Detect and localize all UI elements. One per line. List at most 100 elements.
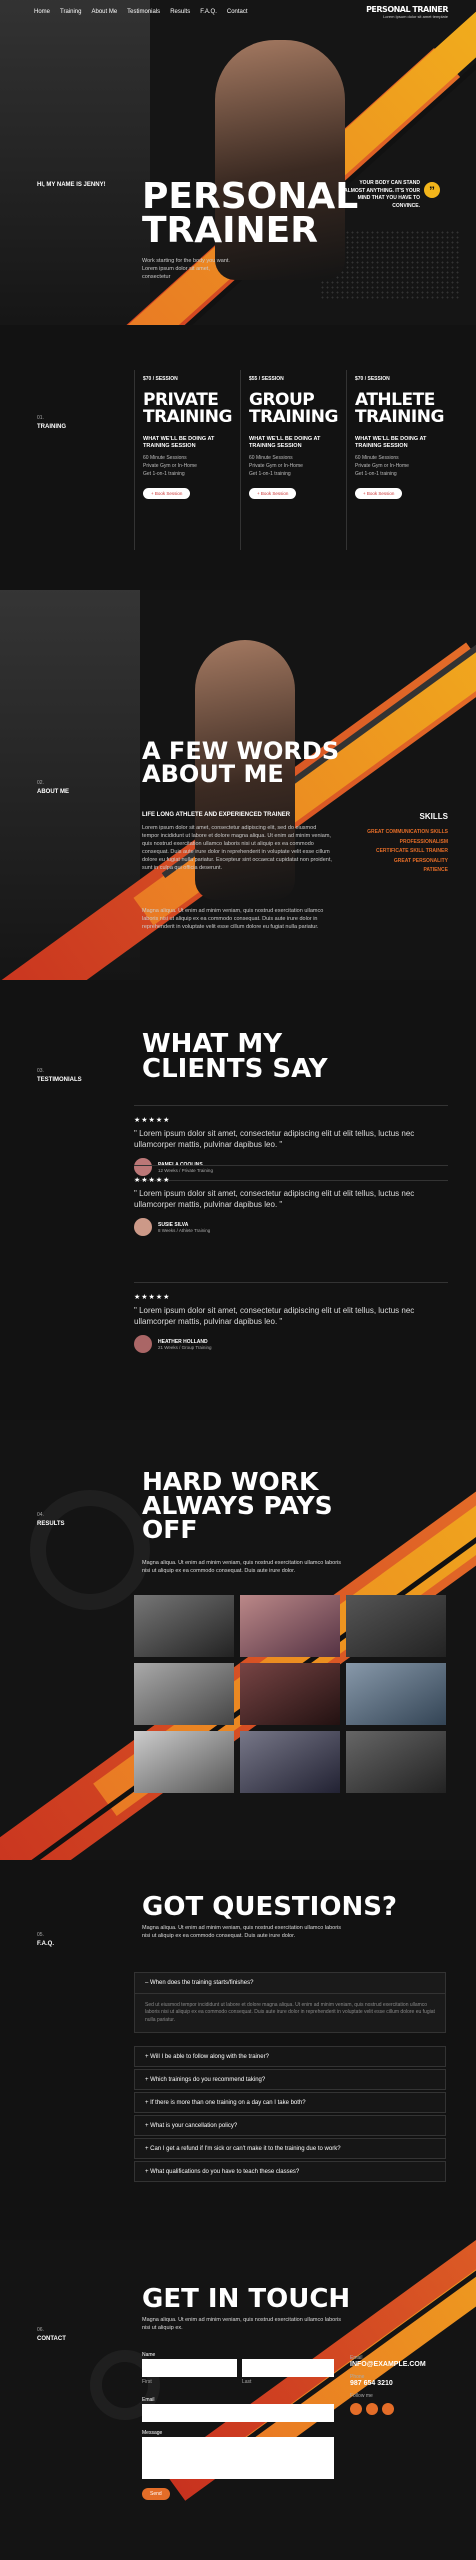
nav-link-faq[interactable]: F.A.Q. xyxy=(200,9,217,15)
training-label: TRAINING xyxy=(37,424,66,430)
quote-badge-icon: ” xyxy=(424,182,440,198)
card-feature: Get 1-on-1 training xyxy=(355,471,397,478)
contact-num: 06. xyxy=(37,2327,44,2333)
testimonial-item: ★★★★★ " Lorem ipsum dolor sit amet, cons… xyxy=(134,1165,448,1237)
contact-text: Magna aliqua. Ut enim ad minim veniam, q… xyxy=(142,2317,342,2331)
hero-title-line1: PERSONAL xyxy=(142,176,359,217)
rating-stars: ★★★★★ xyxy=(134,1117,171,1124)
nav-link-home[interactable]: Home xyxy=(34,9,50,15)
faq-item[interactable]: + Will I be able to follow along with th… xyxy=(134,2046,446,2067)
card-features: 60 Minute Sessions Private Gym or In-Hom… xyxy=(249,454,340,478)
faq-question-text: Can I get a refund if I'm sick or can't … xyxy=(150,2146,341,2152)
faq-item[interactable]: + What is your cancellation policy? xyxy=(134,2115,446,2136)
card-subtitle: WHAT WE'LL BE DOING AT TRAINING SESSION xyxy=(355,436,427,449)
skill-item: PATIENCE xyxy=(423,867,448,873)
submit-button[interactable]: Send xyxy=(142,2488,170,2500)
testimonials-title: WHAT MY CLIENTS SAY xyxy=(142,1031,328,1081)
card-title: PRIVATE TRAINING xyxy=(143,392,234,426)
hero-right-quote: YOUR BODY CAN STAND ALMOST ANYTHING. IT'… xyxy=(344,180,420,209)
book-session-button[interactable]: + Book Session xyxy=(249,488,297,500)
about-num: 02. xyxy=(37,780,44,786)
faq-question-text: What is your cancellation policy? xyxy=(150,2123,238,2129)
card-feature: Private Gym or In-Home xyxy=(143,463,197,470)
card-title: GROUP TRAINING xyxy=(249,392,340,426)
faq-question-text: When does the training starts/finishes? xyxy=(150,1980,254,1986)
faq-item[interactable]: + Can I get a refund if I'm sick or can'… xyxy=(134,2138,446,2159)
skill-item: CERTIFICATE SKILL TRAINER xyxy=(375,848,448,854)
gallery-image[interactable] xyxy=(346,1595,446,1657)
contact-section: 06. CONTACT GET IN TOUCH Magna aliqua. U… xyxy=(0,2240,476,2560)
faq-item[interactable]: + What qualifications do you have to tea… xyxy=(134,2161,446,2182)
facebook-icon[interactable] xyxy=(350,2403,362,2415)
faq-open-item: – When does the training starts/finishes… xyxy=(134,1972,446,2033)
card-features: 60 Minute Sessions Private Gym or In-Hom… xyxy=(355,454,446,478)
social-links xyxy=(350,2402,426,2420)
faq-question-text: Which trainings do you recommend taking? xyxy=(150,2077,266,2083)
rating-stars: ★★★★★ xyxy=(134,1294,171,1301)
faq-question-open[interactable]: – When does the training starts/finishes… xyxy=(135,1973,445,1994)
book-session-button[interactable]: + Book Session xyxy=(355,488,403,500)
first-name-input[interactable] xyxy=(142,2359,237,2377)
email-input[interactable] xyxy=(142,2404,334,2422)
results-section: 04. RESULTS HARD WORK ALWAYS PAYS OFF Ma… xyxy=(0,1420,476,1860)
gallery-image[interactable] xyxy=(134,1595,234,1657)
last-name-hint: Last xyxy=(242,2379,252,2385)
hero-bg-photo xyxy=(0,0,150,325)
skill-item: PROFESSIONALISM xyxy=(399,838,448,845)
about-paragraph-1: Lorem ipsum dolor sit amet, consectetur … xyxy=(142,825,332,871)
contact-info: Email INFO@EXAMPLE.COM Phone 987 654 321… xyxy=(350,2355,426,2420)
faq-text: Magna aliqua. Ut enim ad minim veniam, q… xyxy=(142,1925,342,1939)
faq-question-text: Will I be able to follow along with the … xyxy=(150,2054,269,2060)
book-session-button[interactable]: + Book Session xyxy=(143,488,191,500)
author-name: HEATHER HOLLAND xyxy=(158,1338,208,1345)
twitter-icon[interactable] xyxy=(382,2403,394,2415)
about-subtitle: LIFE LONG ATHLETE AND EXPERIENCED TRAINE… xyxy=(142,812,291,818)
faq-num: 05. xyxy=(37,1932,44,1938)
faq-item[interactable]: + If there is more than one training on … xyxy=(134,2092,446,2113)
gallery-image[interactable] xyxy=(346,1731,446,1793)
card-price: $70 / SESSION xyxy=(355,376,390,382)
skill-item: GREAT COMMUNICATION SKILLS xyxy=(367,829,448,835)
gallery-image[interactable] xyxy=(240,1663,340,1725)
training-section: 01. TRAINING $70 / SESSION PRIVATE TRAIN… xyxy=(0,325,476,590)
skills-list: GREAT COMMUNICATION SKILLS PROFESSIONALI… xyxy=(367,828,448,876)
testimonial-quote: " Lorem ipsum dolor sit amet, consectetu… xyxy=(134,1306,415,1327)
training-num: 01. xyxy=(37,415,44,421)
nav-link-results[interactable]: Results xyxy=(170,9,190,15)
about-title-line2: ABOUT ME xyxy=(142,759,284,788)
nav-link-training[interactable]: Training xyxy=(60,9,81,15)
testimonials-num: 03. xyxy=(37,1068,44,1074)
instagram-icon[interactable] xyxy=(366,2403,378,2415)
faq-item[interactable]: + Which trainings do you recommend takin… xyxy=(134,2069,446,2090)
last-name-input[interactable] xyxy=(242,2359,334,2377)
brand-logo[interactable]: PERSONAL TRAINER Lorem Ipsum dolor sit a… xyxy=(366,5,448,19)
nav-link-testimonials[interactable]: Testimonials xyxy=(127,9,160,15)
gallery-image[interactable] xyxy=(240,1731,340,1793)
message-textarea[interactable] xyxy=(142,2437,334,2479)
hero-tagline: Work starting for the body you want. Lor… xyxy=(142,258,230,280)
faq-question-text: If there is more than one training on a … xyxy=(150,2100,306,2106)
results-label: RESULTS xyxy=(37,1521,65,1527)
author-meta: 21 Weeks / Group Training xyxy=(158,1344,212,1350)
gallery-image[interactable] xyxy=(134,1663,234,1725)
skill-item: GREAT PERSONALITY xyxy=(393,857,448,864)
avatar xyxy=(134,1218,152,1237)
about-title: A FEW WORDS ABOUT ME xyxy=(142,739,339,788)
testimonials-label: TESTIMONIALS xyxy=(37,1077,82,1083)
card-feature: Private Gym or In-Home xyxy=(249,463,303,470)
avatar xyxy=(134,1335,152,1354)
contact-email[interactable]: INFO@EXAMPLE.COM xyxy=(350,2361,426,2368)
contact-phone[interactable]: 987 654 3210 xyxy=(350,2380,426,2387)
results-title-line2: ALWAYS PAYS xyxy=(142,1490,333,1520)
card-feature: 60 Minute Sessions xyxy=(143,455,187,462)
results-title: HARD WORK ALWAYS PAYS OFF xyxy=(142,1469,333,1544)
nav-link-about[interactable]: About Me xyxy=(91,9,117,15)
gallery-image[interactable] xyxy=(240,1595,340,1657)
gallery-image[interactable] xyxy=(134,1731,234,1793)
gallery-image[interactable] xyxy=(346,1663,446,1725)
testimonial-quote: " Lorem ipsum dolor sit amet, consectetu… xyxy=(134,1189,415,1210)
testimonial-author: SUSIE SILVA 8 Weeks / Athlete Training xyxy=(134,1218,448,1237)
results-title-line3: OFF xyxy=(142,1514,198,1544)
faq-label: F.A.Q. xyxy=(37,1941,55,1947)
nav-link-contact[interactable]: Contact xyxy=(227,9,248,15)
